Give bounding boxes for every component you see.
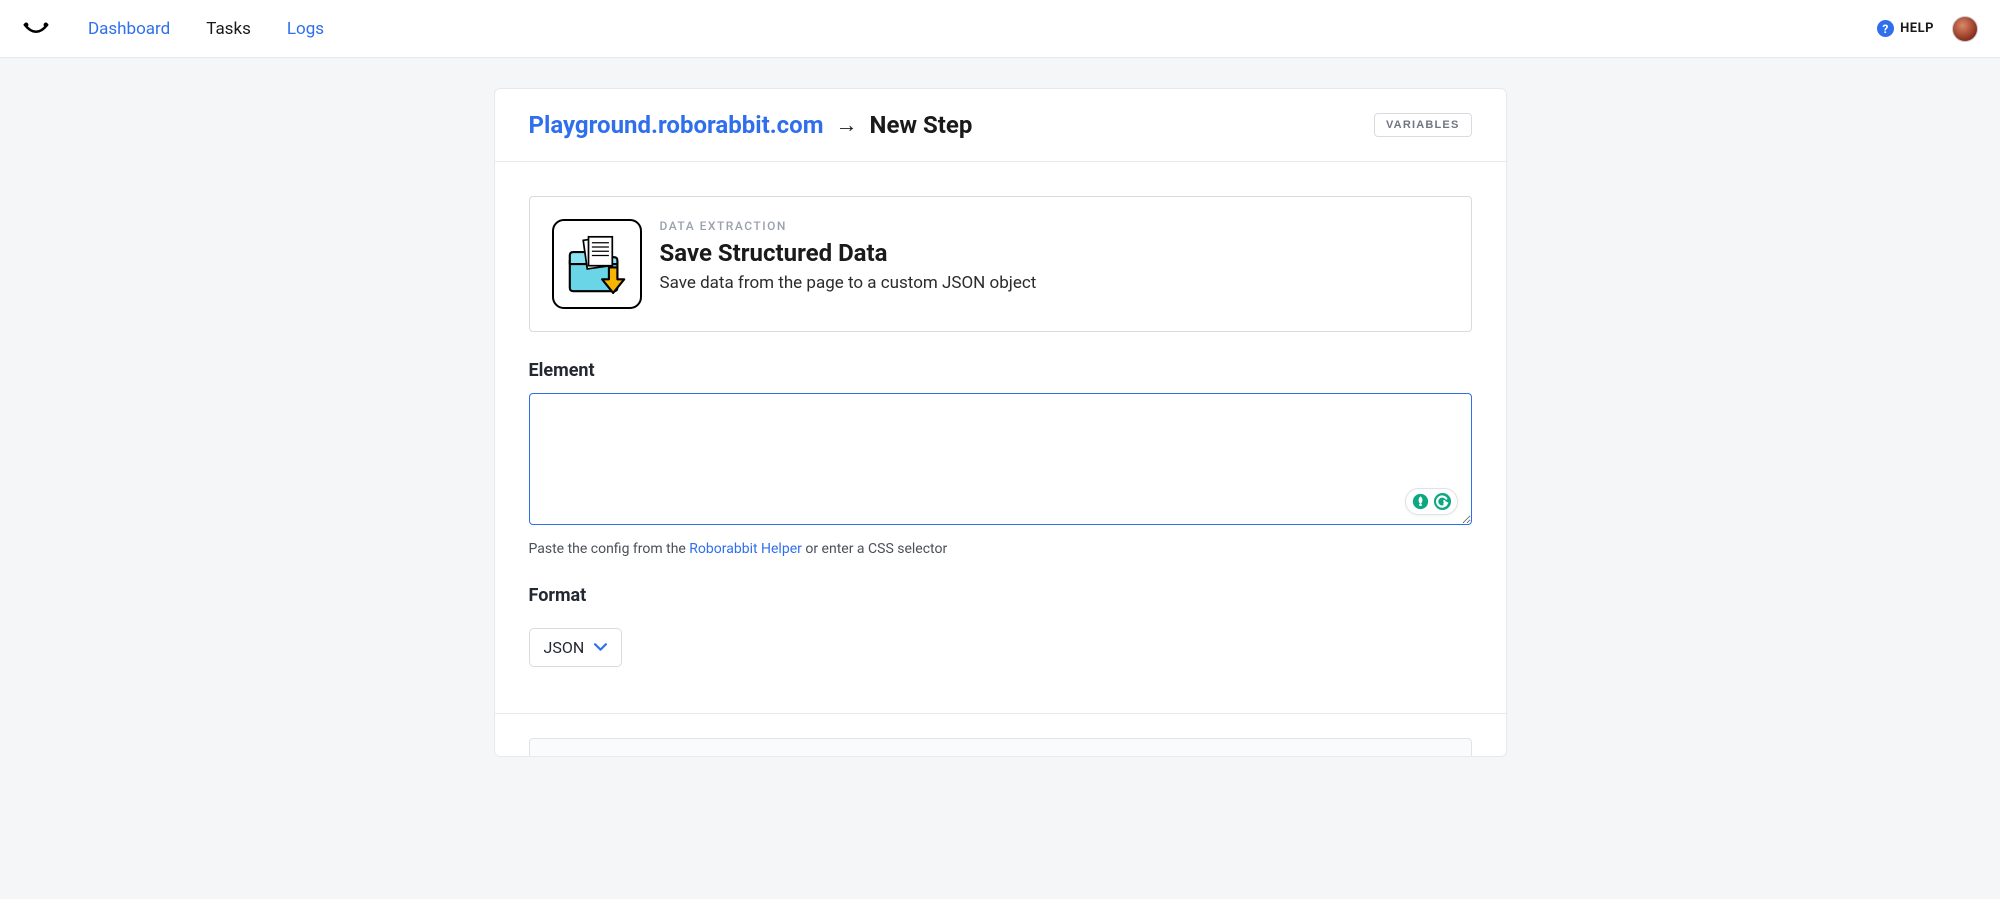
step-icon	[552, 219, 642, 309]
step-text: DATA EXTRACTION Save Structured Data Sav…	[660, 219, 1037, 293]
helper-prefix: Paste the config from the	[529, 541, 690, 557]
top-nav: Dashboard Tasks Logs ? HELP	[0, 0, 2000, 58]
breadcrumb-parent[interactable]: Playground.roborabbit.com	[529, 111, 824, 139]
step-title: Save Structured Data	[660, 239, 1037, 267]
page-header: Playground.roborabbit.com → New Step VAR…	[495, 89, 1506, 162]
help-label: HELP	[1900, 21, 1934, 36]
element-field-wrap	[529, 393, 1472, 529]
roborabbit-helper-link[interactable]: Roborabbit Helper	[689, 541, 802, 557]
help-icon: ?	[1877, 20, 1894, 37]
element-input[interactable]	[529, 393, 1472, 525]
nav-dashboard[interactable]: Dashboard	[88, 19, 170, 39]
chevron-down-icon	[594, 640, 607, 656]
format-selected-value: JSON	[544, 638, 585, 657]
page-card: Playground.roborabbit.com → New Step VAR…	[494, 88, 1507, 757]
step-card: DATA EXTRACTION Save Structured Data Sav…	[529, 196, 1472, 332]
page-content: DATA EXTRACTION Save Structured Data Sav…	[495, 162, 1506, 687]
nav-logs[interactable]: Logs	[287, 19, 324, 39]
next-card-peek	[529, 738, 1472, 756]
step-description: Save data from the page to a custom JSON…	[660, 273, 1037, 293]
variables-button[interactable]: VARIABLES	[1374, 113, 1472, 137]
nav-tasks[interactable]: Tasks	[206, 19, 251, 39]
format-select[interactable]: JSON	[529, 628, 623, 667]
user-avatar[interactable]	[1952, 16, 1978, 42]
grammarly-widget[interactable]	[1405, 488, 1458, 515]
nav-links: Dashboard Tasks Logs	[88, 19, 324, 39]
step-category: DATA EXTRACTION	[660, 219, 1037, 233]
helper-suffix: or enter a CSS selector	[802, 541, 947, 557]
element-label: Element	[529, 360, 1472, 381]
breadcrumb: Playground.roborabbit.com → New Step	[529, 111, 973, 139]
breadcrumb-current: New Step	[870, 111, 973, 139]
format-label: Format	[529, 585, 1472, 606]
lightbulb-icon	[1411, 492, 1430, 511]
footer-section	[495, 713, 1506, 756]
grammarly-icon	[1433, 492, 1452, 511]
element-helper-text: Paste the config from the Roborabbit Hel…	[529, 541, 1472, 557]
arrow-right-icon: →	[836, 112, 858, 138]
app-logo[interactable]	[22, 15, 50, 43]
help-button[interactable]: ? HELP	[1877, 20, 1934, 37]
